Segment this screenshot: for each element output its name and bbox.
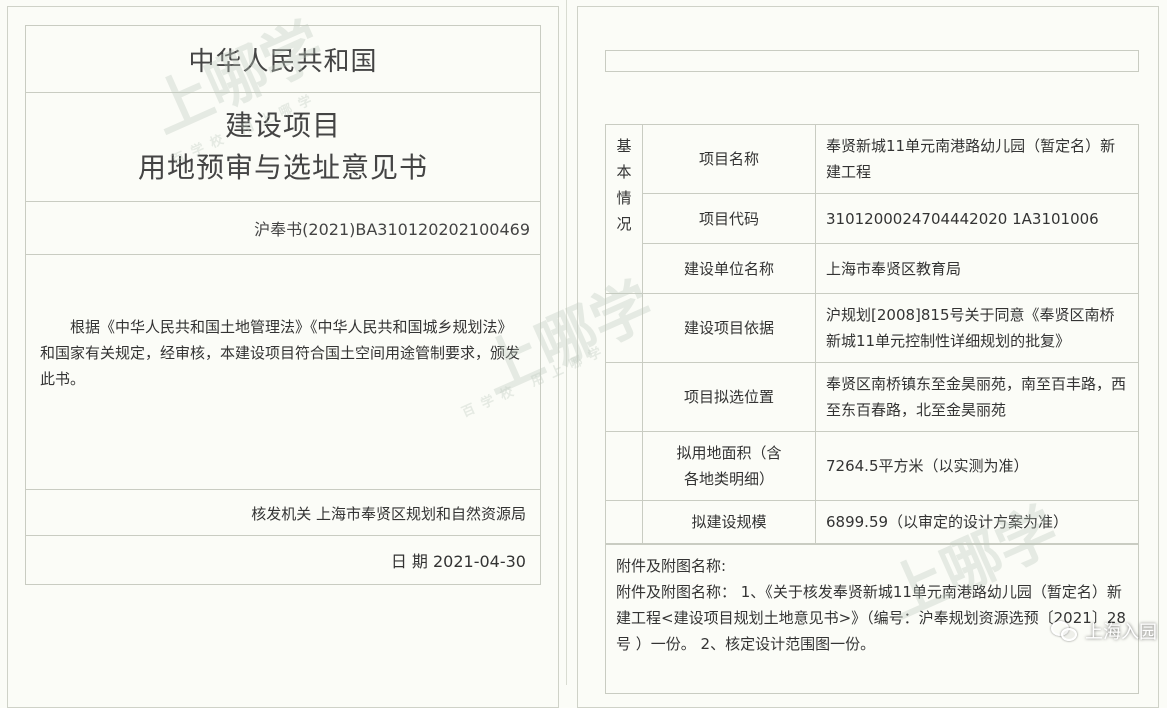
row-label: 拟建设规模 [642,500,816,544]
column-divider [566,0,567,685]
issue-date: 日 期 2021-04-30 [390,552,526,571]
group-spacer [605,500,643,544]
table-row: 项目拟选位置 奉贤区南桥镇东至金昊丽苑，南至百丰路，西至东百春路，北至金昊丽苑 [605,362,1139,432]
table-row: 建设单位名称 上海市奉贤区教育局 [606,243,1139,294]
attachments-heading: 附件及附图名称: [616,557,727,575]
basic-info-table: 基本情况 项目名称 奉贤新城11单元南港路幼儿园（暂定名）新建工程 项目代码 3… [605,124,1139,544]
row-label: 拟用地面积（含各地类明细） [642,431,816,501]
country-name: 中华人民共和国 [26,26,540,93]
group-spacer [605,293,643,363]
row-label: 建设单位名称 [642,243,816,294]
certificate-frame: 中华人民共和国 建设项目 用地预审与选址意见书 沪奉书(2021)BA31012… [25,25,541,585]
issuing-authority: 核发机关 上海市奉贤区规划和自然资源局 [26,491,540,536]
account-name: 上海入园 [1085,622,1157,643]
wechat-icon [1051,619,1079,643]
group-label: 基本情况 [605,124,643,294]
table-row: 拟建设规模 6899.59（以审定的设计方案为准） [605,500,1139,544]
row-value: 沪规划[2008]815号关于同意《奉贤区南桥新城11单元控制性详细规划的批复》 [815,293,1139,363]
row-value: 奉贤新城11单元南港路幼儿园（暂定名）新建工程 [815,124,1139,194]
blank-header-bar [605,50,1139,72]
row-label: 建设项目依据 [642,293,816,363]
table-row: 基本情况 项目名称 奉贤新城11单元南港路幼儿园（暂定名）新建工程 [605,124,1139,294]
group-label-text: 基本情况 [616,137,632,233]
info-page: 基本情况 项目名称 奉贤新城11单元南港路幼儿园（暂定名）新建工程 项目代码 3… [577,6,1159,708]
row-value: 3101200024704442020 1A3101006 [815,193,1139,244]
certificate-number: 沪奉书(2021)BA310120202100469 [26,202,540,255]
table-row: 项目代码 3101200024704442020 1A3101006 [606,193,1139,244]
row-value: 7264.5平方米（以实测为准） [815,431,1139,501]
row-label: 项目名称 [642,124,816,194]
row-value: 6899.59（以审定的设计方案为准） [815,500,1139,544]
body-text: 根据《中华人民共和国土地管理法》《中华人民共和国城乡规划法》和国家有关规定，经审… [40,318,521,388]
group-spacer [605,431,643,501]
certificate-body: 根据《中华人民共和国土地管理法》《中华人民共和国城乡规划法》和国家有关规定，经审… [26,255,540,490]
group-spacer [605,362,643,432]
certificate-page: 中华人民共和国 建设项目 用地预审与选址意见书 沪奉书(2021)BA31012… [7,6,559,708]
row-value: 奉贤区南桥镇东至金昊丽苑，南至百丰路，西至东百春路，北至金昊丽苑 [815,362,1139,432]
title-line-2: 用地预审与选址意见书 [137,151,428,184]
account-watermark: 上海入园 [1051,618,1157,644]
row-label: 项目代码 [642,193,816,244]
certificate-title: 建设项目 用地预审与选址意见书 [26,93,540,202]
row-value: 上海市奉贤区教育局 [815,243,1139,294]
title-line-1: 建设项目 [224,109,341,142]
table-row: 建设项目依据 沪规划[2008]815号关于同意《奉贤区南桥新城11单元控制性详… [605,293,1139,363]
row-label: 项目拟选位置 [642,362,816,432]
table-row: 拟用地面积（含各地类明细） 7264.5平方米（以实测为准） [605,431,1139,501]
